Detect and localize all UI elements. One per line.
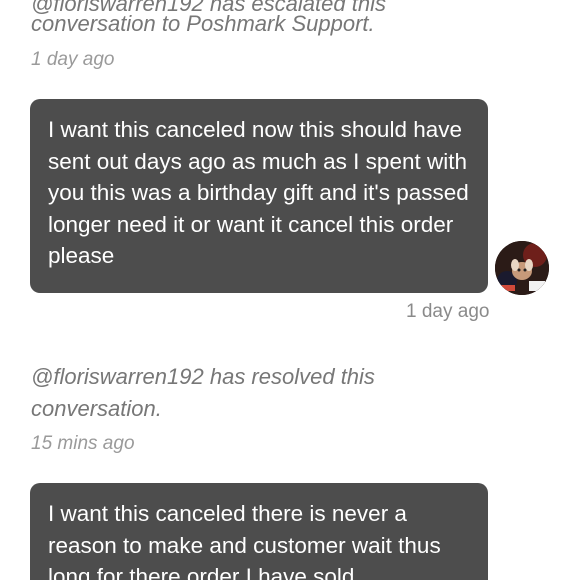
resolved-event-time: 15 mins ago: [31, 433, 135, 454]
message-time: 1 day ago: [406, 301, 490, 322]
user-avatar[interactable]: [495, 241, 549, 295]
escalated-event-time: 1 day ago: [31, 49, 115, 70]
message-text: I want this canceled there is never a re…: [48, 501, 441, 580]
message-bubble[interactable]: I want this canceled there is never a re…: [30, 483, 488, 580]
escalated-event-text-line2: conversation to Poshmark Support.: [31, 11, 375, 36]
avatar-photo-icon: [495, 241, 549, 295]
message-bubble[interactable]: I want this canceled now this should hav…: [30, 99, 488, 293]
message-text: I want this canceled now this should hav…: [48, 117, 469, 268]
resolved-event-text: @floriswarren192 has resolved this conve…: [31, 364, 375, 421]
